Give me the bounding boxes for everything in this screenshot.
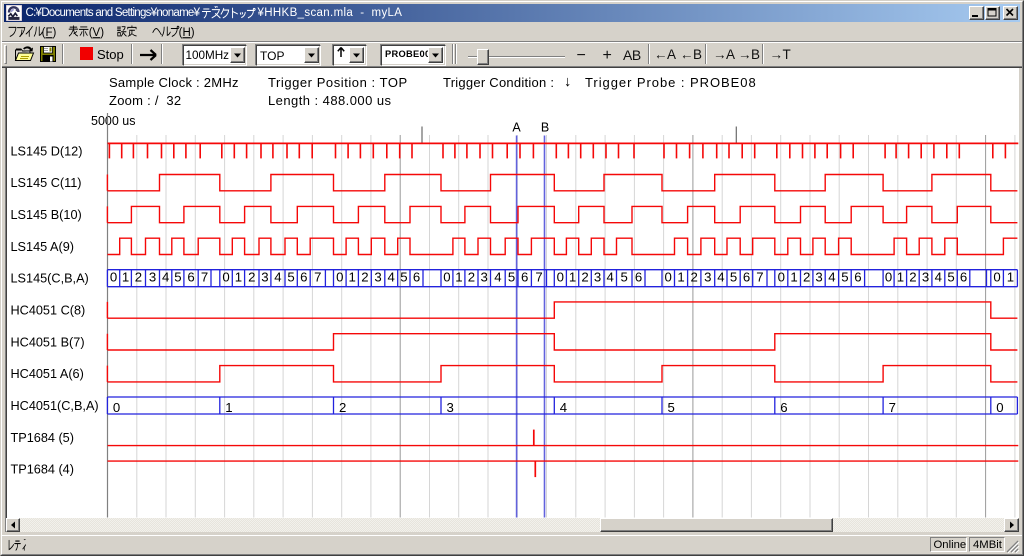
svg-text:HC4051(C,B,A): HC4051(C,B,A) xyxy=(11,399,99,413)
svg-text:7: 7 xyxy=(535,270,542,285)
svg-text:6: 6 xyxy=(521,270,528,285)
svg-text:6: 6 xyxy=(300,270,307,285)
svg-text:4: 4 xyxy=(935,270,942,285)
svg-text:5: 5 xyxy=(174,270,181,285)
svg-text:2: 2 xyxy=(691,270,698,285)
svg-text:1: 1 xyxy=(122,270,129,285)
svg-text:3: 3 xyxy=(374,270,381,285)
svg-text:4: 4 xyxy=(828,270,835,285)
svg-text:5: 5 xyxy=(947,270,954,285)
svg-text:2: 2 xyxy=(339,400,346,415)
svg-text:4: 4 xyxy=(494,270,501,285)
svg-text:3: 3 xyxy=(704,270,711,285)
svg-text:3: 3 xyxy=(447,400,454,415)
svg-text:4: 4 xyxy=(717,270,724,285)
svg-text:1: 1 xyxy=(897,270,904,285)
svg-text:7: 7 xyxy=(314,270,321,285)
svg-text:3: 3 xyxy=(261,270,268,285)
svg-text:0: 0 xyxy=(557,270,564,285)
svg-text:LS145(C,B,A): LS145(C,B,A) xyxy=(11,272,89,286)
svg-text:1: 1 xyxy=(790,270,797,285)
svg-text:5: 5 xyxy=(508,270,515,285)
svg-text:0: 0 xyxy=(222,270,229,285)
svg-text:6: 6 xyxy=(635,270,642,285)
svg-text:0: 0 xyxy=(336,270,343,285)
svg-text:1: 1 xyxy=(677,270,684,285)
svg-text:B: B xyxy=(541,121,549,135)
svg-text:4: 4 xyxy=(607,270,614,285)
svg-text:6: 6 xyxy=(187,270,194,285)
svg-text:0: 0 xyxy=(993,270,1000,285)
svg-text:0: 0 xyxy=(443,270,450,285)
svg-text:LS145 A(9): LS145 A(9) xyxy=(11,240,74,254)
svg-text:3: 3 xyxy=(594,270,601,285)
svg-text:2: 2 xyxy=(248,270,255,285)
svg-text:LS145 D(12): LS145 D(12) xyxy=(11,144,83,158)
svg-text:4: 4 xyxy=(274,270,281,285)
svg-text:0: 0 xyxy=(996,400,1003,415)
svg-text:2: 2 xyxy=(135,270,142,285)
svg-text:HC4051 B(7): HC4051 B(7) xyxy=(11,335,85,349)
svg-text:1: 1 xyxy=(1007,270,1014,285)
svg-text:5: 5 xyxy=(621,270,628,285)
svg-text:5: 5 xyxy=(400,270,407,285)
svg-text:3: 3 xyxy=(481,270,488,285)
svg-text:7: 7 xyxy=(756,270,763,285)
svg-text:2: 2 xyxy=(361,270,368,285)
svg-text:6: 6 xyxy=(854,270,861,285)
svg-text:6: 6 xyxy=(960,270,967,285)
svg-text:0: 0 xyxy=(665,270,672,285)
svg-text:4: 4 xyxy=(388,270,395,285)
svg-text:TP1684 (4): TP1684 (4) xyxy=(11,463,74,477)
svg-text:6: 6 xyxy=(780,400,787,415)
svg-text:7: 7 xyxy=(201,270,208,285)
svg-text:LS145 B(10): LS145 B(10) xyxy=(11,208,82,222)
svg-text:1: 1 xyxy=(225,400,232,415)
svg-text:6: 6 xyxy=(743,270,750,285)
svg-text:1: 1 xyxy=(455,270,462,285)
svg-text:6: 6 xyxy=(413,270,420,285)
svg-text:HC4051 C(8): HC4051 C(8) xyxy=(11,304,86,318)
svg-text:3: 3 xyxy=(815,270,822,285)
svg-text:A: A xyxy=(512,121,521,135)
svg-text:2: 2 xyxy=(803,270,810,285)
svg-text:0: 0 xyxy=(110,270,117,285)
svg-text:5: 5 xyxy=(287,270,294,285)
svg-text:1: 1 xyxy=(349,270,356,285)
svg-text:1: 1 xyxy=(569,270,576,285)
svg-text:1: 1 xyxy=(235,270,242,285)
svg-text:5: 5 xyxy=(730,270,737,285)
svg-text:2: 2 xyxy=(468,270,475,285)
svg-text:0: 0 xyxy=(778,270,785,285)
svg-text:LS145 C(11): LS145 C(11) xyxy=(11,176,82,190)
svg-text:5: 5 xyxy=(841,270,848,285)
svg-text:5: 5 xyxy=(668,400,675,415)
svg-text:0: 0 xyxy=(885,270,892,285)
svg-text:7: 7 xyxy=(889,400,896,415)
svg-text:3: 3 xyxy=(922,270,929,285)
svg-text:2: 2 xyxy=(581,270,588,285)
svg-text:2: 2 xyxy=(909,270,916,285)
svg-text:0: 0 xyxy=(113,400,120,415)
svg-text:TP1684 (5): TP1684 (5) xyxy=(11,431,74,445)
svg-text:4: 4 xyxy=(162,270,169,285)
svg-text:3: 3 xyxy=(149,270,156,285)
svg-text:HC4051 A(6): HC4051 A(6) xyxy=(11,367,84,381)
svg-text:4: 4 xyxy=(560,400,567,415)
